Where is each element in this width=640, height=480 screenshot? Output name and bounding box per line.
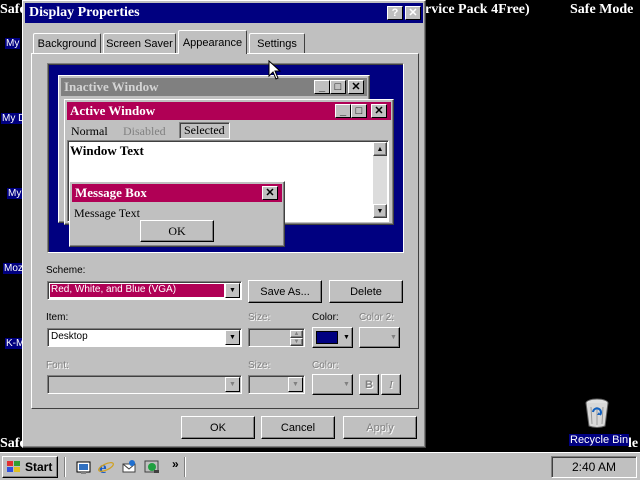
active-minimize-icon: _ (335, 104, 351, 118)
preview-scrollbar[interactable]: ▲ ▼ (373, 142, 387, 218)
item-color2-label: Color 2: (359, 312, 395, 323)
taskbar-divider (184, 457, 186, 477)
window-text: Window Text (70, 143, 144, 158)
show-desktop-icon[interactable] (76, 459, 92, 475)
italic-button[interactable]: I (381, 374, 401, 395)
mouse-pointer-icon (268, 59, 282, 80)
tab-background[interactable]: Background (33, 33, 101, 53)
inactive-window-title: Inactive Window (64, 79, 159, 94)
size-up-icon[interactable]: ▲ (290, 330, 303, 338)
start-button[interactable]: Start (2, 456, 58, 478)
preview-message-box[interactable]: Message Box ✕ Message Text OK (69, 181, 285, 247)
delete-button[interactable]: Delete (329, 280, 403, 303)
scheme-value: Red, White, and Blue (VGA) (51, 284, 177, 295)
desktop-icon-my-network[interactable]: My (7, 188, 23, 199)
cancel-button[interactable]: Cancel (261, 416, 335, 439)
desktop-icon-my-computer[interactable]: My (5, 38, 21, 49)
menu-disabled[interactable]: Disabled (123, 124, 166, 139)
help-button[interactable]: ? (387, 6, 403, 20)
close-button[interactable]: ✕ (405, 6, 421, 20)
font-size-label: Size: (248, 360, 271, 371)
message-text: Message Text (74, 206, 140, 220)
appearance-preview[interactable]: Inactive Window _ □ ✕ Active Window _ □ … (47, 63, 404, 253)
item-size-spinner[interactable]: ▲ ▼ (248, 328, 305, 347)
item-color-label: Color: (312, 312, 339, 323)
item-dropdown-icon[interactable]: ▼ (225, 330, 240, 345)
taskbar: Start e » 2:40 AM (0, 452, 640, 480)
item-size-label: Size: (248, 312, 271, 323)
desktop-text-top-middle: rvice Pack 4Free) (425, 2, 530, 17)
item-color-button[interactable]: ▼ (312, 327, 353, 348)
item-value: Desktop (51, 331, 88, 342)
inactive-close-icon: ✕ (348, 80, 364, 94)
scheme-label: Scheme: (46, 265, 86, 276)
item-select[interactable]: Desktop ▼ (47, 328, 242, 347)
item-label: Item: (46, 312, 69, 323)
system-tray-clock[interactable]: 2:40 AM (551, 456, 637, 478)
color2-dropdown-icon: ▼ (390, 334, 397, 341)
tab-settings[interactable]: Settings (249, 33, 305, 53)
size-down-icon[interactable]: ▼ (290, 338, 303, 346)
desktop-text-top-right: Safe Mode (570, 2, 634, 17)
tab-appearance[interactable]: Appearance (178, 30, 247, 54)
font-dropdown-icon[interactable]: ▼ (225, 377, 240, 392)
dialog-title: Display Properties (29, 5, 140, 20)
display-properties-dialog: Display Properties ? ✕ Background Screen… (22, 0, 426, 448)
font-label: Font: (46, 360, 69, 371)
scheme-select[interactable]: Red, White, and Blue (VGA) ▼ (47, 281, 242, 300)
ok-button[interactable]: OK (181, 416, 255, 439)
active-window-title: Active Window (70, 103, 156, 118)
start-label: Start (25, 460, 53, 474)
scheme-dropdown-icon[interactable]: ▼ (225, 283, 240, 298)
message-close-icon: ✕ (262, 186, 278, 200)
message-ok-button[interactable]: OK (140, 220, 214, 242)
clock-time: 2:40 AM (571, 460, 617, 474)
quicklaunch-divider (64, 457, 66, 477)
tab-screen-saver[interactable]: Screen Saver (103, 33, 176, 53)
menu-normal[interactable]: Normal (71, 124, 108, 139)
inactive-minimize-icon: _ (314, 80, 330, 94)
recycle-bin-icon[interactable] (582, 397, 612, 429)
active-maximize-icon: □ (351, 104, 367, 118)
font-color-dropdown-icon: ▼ (343, 381, 350, 388)
font-select[interactable]: ▼ (47, 375, 242, 394)
quicklaunch-chevron-icon[interactable]: » (172, 457, 179, 471)
outlook-express-icon[interactable] (121, 459, 137, 475)
bold-button[interactable]: B (359, 374, 379, 395)
save-as-button[interactable]: Save As... (248, 280, 322, 303)
windows-logo-icon (7, 461, 20, 472)
desktop-text-bottom-right: le (628, 436, 639, 451)
internet-explorer-icon[interactable]: e (97, 458, 115, 477)
desktop-icon-mozilla[interactable]: Moz (3, 263, 24, 274)
apply-button[interactable]: Apply (343, 416, 417, 439)
scroll-up-icon[interactable]: ▲ (373, 142, 387, 156)
windows-explorer-icon[interactable] (144, 459, 160, 475)
font-color-label: Color: (312, 360, 339, 371)
scroll-down-icon[interactable]: ▼ (373, 204, 387, 218)
item-color-swatch (316, 331, 338, 344)
item-color2-button[interactable]: ▼ (359, 327, 400, 348)
font-color-button[interactable]: ▼ (312, 374, 353, 395)
font-size-select[interactable]: ▼ (248, 375, 305, 394)
font-size-dropdown-icon[interactable]: ▼ (288, 377, 303, 392)
message-box-title: Message Box (75, 185, 147, 200)
color-dropdown-icon: ▼ (343, 334, 350, 341)
active-close-icon: ✕ (371, 104, 387, 118)
inactive-maximize-icon: □ (330, 80, 346, 94)
dialog-title-bar[interactable]: Display Properties ? ✕ (25, 3, 423, 23)
recycle-bin-label[interactable]: Recycle Bin (569, 434, 630, 446)
menu-selected[interactable]: Selected (179, 122, 230, 139)
